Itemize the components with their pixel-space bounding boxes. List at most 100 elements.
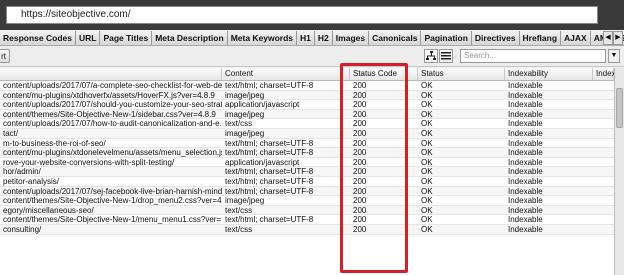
cell-status-code: 200 (353, 109, 367, 119)
address-bar: https://siteobjective.com/ (0, 0, 624, 30)
cell-address: content/themes/Site-Objective-New-1/side… (3, 109, 216, 119)
export-button[interactable]: rt (0, 49, 10, 63)
table-row[interactable]: rove-your-website-conversions-with-split… (0, 158, 614, 168)
cell-content: text/html; charset=UTF-8 (225, 138, 314, 148)
cell-status: OK (421, 157, 433, 167)
results-table: Content Status Code Status Indexability … (0, 68, 614, 275)
tab-meta-keywords[interactable]: Meta Keywords (227, 31, 298, 45)
tree-view-icon[interactable] (424, 49, 438, 63)
table-row[interactable]: content/mu-plugins/xtdonelevelmenu/asset… (0, 148, 614, 158)
cell-status: OK (421, 109, 433, 119)
list-view-icon[interactable] (439, 49, 453, 63)
cell-content: text/html; charset=UTF-8 (225, 186, 314, 196)
table-row[interactable]: content/themes/Site-Objective-New-1/drop… (0, 196, 614, 206)
cell-content: text/css (225, 225, 253, 234)
table-row[interactable]: content/uploads/2017/07/how-to-audit-can… (0, 119, 614, 129)
cell-address: m-to-business-the-roi-of-seo/ (3, 138, 106, 148)
cell-status-code: 200 (353, 148, 367, 158)
table-row[interactable]: content/themes/Site-Objective-New-1/side… (0, 109, 614, 120)
url-field[interactable]: https://siteobjective.com/ (6, 6, 598, 24)
tab-h1[interactable]: H1 (297, 31, 315, 45)
table-row[interactable]: content/uploads/2017/07/sej-facebook-liv… (0, 186, 614, 197)
table-row[interactable]: egory/miscellaneous-seo/text/css 200 OK Ind… (0, 205, 614, 216)
cell-content: text/html; charset=UTF-8 (225, 177, 314, 186)
tab-url[interactable]: URL (75, 31, 101, 45)
cell-content: image/jpeg (225, 129, 265, 138)
cell-content: application/javascript (225, 100, 300, 110)
cell-status-code: 200 (353, 100, 367, 110)
tab-page-titles[interactable]: Page Titles (100, 31, 153, 45)
cell-status: OK (421, 119, 433, 129)
column-header-content[interactable]: Content (222, 68, 350, 80)
column-header-address[interactable] (0, 68, 222, 80)
cell-status-code: 200 (353, 90, 367, 100)
cell-indexability: Indexable (508, 129, 543, 138)
search-input[interactable]: Search... (460, 49, 606, 63)
tab-h2[interactable]: H2 (314, 31, 333, 45)
cell-status-code: 200 (353, 81, 367, 90)
table-header: Content Status Code Status Indexability … (0, 68, 614, 81)
cell-indexability: Indexable (508, 138, 543, 148)
tab-pagination[interactable]: Pagination (421, 31, 472, 45)
tab-canonicals[interactable]: Canonicals (369, 31, 422, 45)
table-row[interactable]: content/uploads/2017/07/should-you-custo… (0, 100, 614, 110)
tab-directives[interactable]: Directives (471, 31, 520, 45)
cell-address: content/mu-plugins/xtdhoverfx/assets/Hov… (3, 90, 215, 100)
tab-ajax[interactable]: AJAX (561, 31, 591, 45)
chevron-down-icon[interactable]: ▼ (608, 49, 620, 63)
table-row[interactable]: content/uploads/2017/07/a-complete-seo-c… (0, 81, 614, 91)
cell-indexability: Indexable (508, 119, 543, 129)
scrollbar-thumb[interactable] (616, 88, 623, 128)
cell-status: OK (421, 129, 433, 138)
cell-address: consulting/ (3, 225, 42, 234)
cell-status-code: 200 (353, 196, 367, 206)
column-header-index[interactable]: Index (593, 68, 614, 80)
cell-address: content/uploads/2017/07/should-you-custo… (3, 100, 222, 110)
cell-indexability: Indexable (508, 225, 543, 234)
table-row[interactable]: m-to-business-the-roi-of-seo/text/html; … (0, 139, 614, 149)
cell-status: OK (421, 186, 433, 196)
cell-indexability: Indexable (508, 167, 543, 177)
vertical-scrollbar[interactable] (614, 68, 624, 275)
tab-response-codes[interactable]: Response Codes (0, 31, 76, 45)
column-header-indexability[interactable]: Indexability (505, 68, 593, 80)
cell-address: content/uploads/2017/07/a-complete-seo-c… (3, 81, 222, 90)
cell-content: text/html; charset=UTF-8 (225, 81, 314, 90)
cell-status: OK (421, 215, 433, 225)
tab-images[interactable]: Images (332, 31, 370, 45)
cell-status: OK (421, 100, 433, 110)
tab-bar: Response Codes URL Page Titles Meta Descrip… (0, 31, 624, 46)
table-row[interactable]: consulting/text/css 200 OK Indexable (0, 225, 614, 235)
cell-address: egory/miscellaneous-seo/ (3, 205, 94, 215)
cell-content: image/jpeg (225, 90, 265, 100)
cell-indexability: Indexable (508, 157, 543, 167)
cell-content: text/css (225, 205, 253, 215)
cell-address: hor/admin/ (3, 167, 41, 177)
cell-status-code: 200 (353, 225, 367, 234)
table-row[interactable]: tact/image/jpeg 200 OK Indexable (0, 129, 614, 139)
tab-hreflang[interactable]: Hreflang (519, 31, 562, 45)
column-header-status[interactable]: Status (418, 68, 505, 80)
cell-status-code: 200 (353, 186, 367, 196)
cell-status: OK (421, 81, 433, 90)
cell-indexability: Indexable (508, 196, 543, 206)
column-header-status-code[interactable]: Status Code (350, 68, 418, 80)
table-row[interactable]: hor/admin/text/html; charset=UTF-8 200 OK I… (0, 167, 614, 177)
table-row[interactable]: content/mu-plugins/xtdhoverfx/assets/Hov… (0, 90, 614, 101)
table-row[interactable]: content/themes/Site-Objective-New-1/menu… (0, 215, 614, 225)
cell-status-code: 200 (353, 177, 367, 186)
cell-indexability: Indexable (508, 177, 543, 186)
tab-meta-description[interactable]: Meta Description (152, 31, 228, 45)
cell-status-code: 200 (353, 129, 367, 138)
tab-scroll-left-icon[interactable]: ◀ (603, 31, 613, 45)
tab-scroll-right-icon[interactable]: ▶ (613, 31, 623, 45)
cell-address: content/uploads/2017/07/sej-facebook-liv… (3, 186, 222, 196)
table-row[interactable]: petitor-analysis/text/html; charset=UTF-… (0, 177, 614, 187)
cell-status: OK (421, 196, 433, 206)
cell-content: text/html; charset=UTF-8 (225, 215, 314, 225)
cell-status: OK (421, 167, 433, 177)
cell-status: OK (421, 148, 433, 158)
cell-status-code: 200 (353, 138, 367, 148)
cell-indexability: Indexable (508, 100, 543, 110)
cell-indexability: Indexable (508, 148, 543, 158)
